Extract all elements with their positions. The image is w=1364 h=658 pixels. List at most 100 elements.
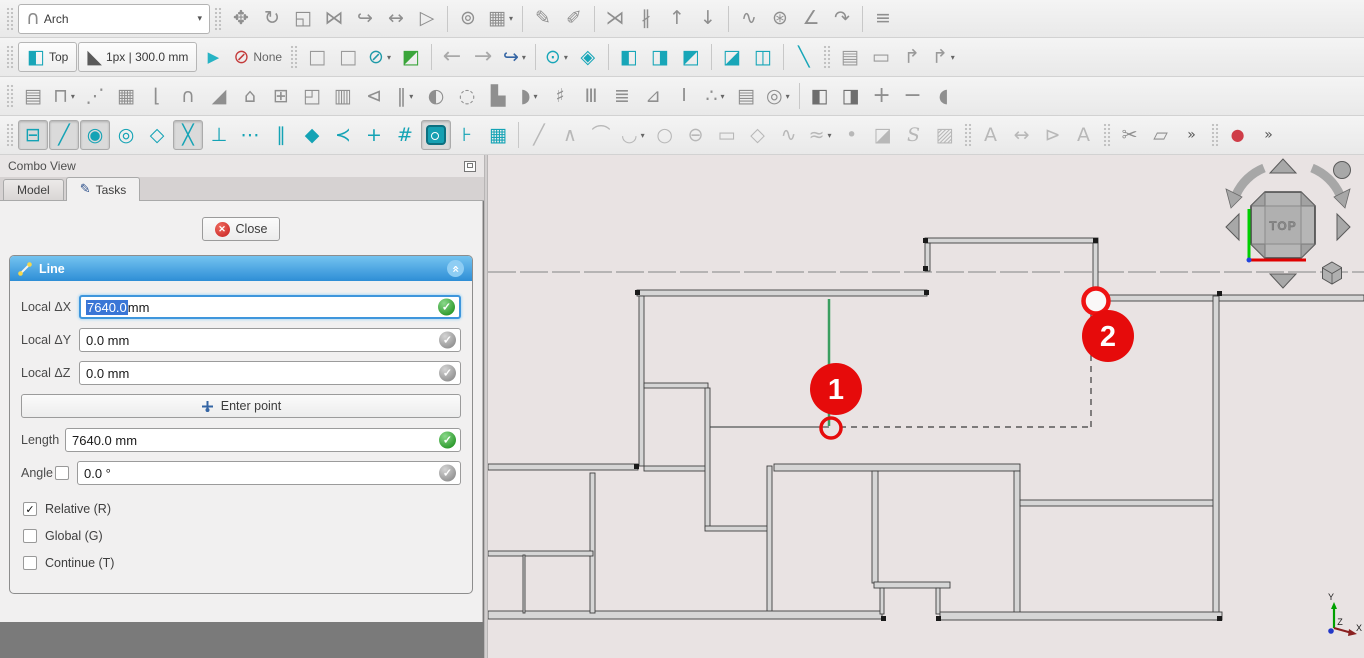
toolbar-overflow-2-button[interactable]: »	[1254, 120, 1284, 150]
annotation-style-button[interactable]: A	[1069, 120, 1099, 150]
arch-building-button[interactable]: ∩	[173, 81, 203, 111]
relative-checkbox[interactable]: ✓	[23, 502, 37, 516]
create-part-button[interactable]: ▤	[835, 42, 865, 72]
enter-point-button[interactable]: Enter point	[21, 394, 461, 418]
arch-pipe-tools-button[interactable]: ‖▾	[390, 81, 420, 111]
arch-panel-button[interactable]: ▥	[328, 81, 358, 111]
draft-slope-button[interactable]: ∠	[796, 4, 826, 34]
draft-stretch-button[interactable]: ▷	[412, 4, 442, 34]
line-style-button[interactable]: ◣1px | 300.0 mm	[78, 42, 197, 72]
nav-corner-bl[interactable]	[1251, 244, 1265, 258]
angle-lock-checkbox[interactable]	[55, 466, 69, 480]
draft-clone-button[interactable]: ⊚	[453, 4, 483, 34]
arch-space-button[interactable]: ◰	[297, 81, 327, 111]
measure-button[interactable]: ╲	[789, 42, 819, 72]
arch-sketch-button[interactable]: ◌	[452, 81, 482, 111]
edit-copy-button[interactable]: ▱	[1146, 120, 1176, 150]
arch-cut-plane-button[interactable]: ◧	[805, 81, 835, 111]
arch-project-button[interactable]: ⌂	[235, 81, 265, 111]
arch-stairs-button[interactable]: ▙	[483, 81, 513, 111]
nav-corner-tl[interactable]	[1251, 192, 1265, 206]
snap-ortho-button[interactable]: +	[359, 120, 389, 150]
arch-remove-component-button[interactable]: −	[898, 81, 928, 111]
view-rear-button[interactable]: ◪	[717, 42, 747, 72]
arch-cut-line-button[interactable]: ◨	[836, 81, 866, 111]
nav-back-button[interactable]: ←	[437, 42, 467, 72]
snap-parallel-button[interactable]: ∥	[266, 120, 296, 150]
arch-wall-button[interactable]: ▤	[18, 81, 48, 111]
arch-roof-button[interactable]: ◢	[204, 81, 234, 111]
toggle-grid-button[interactable]: ▦	[483, 120, 513, 150]
arch-section-plane-button[interactable]: ◐	[421, 81, 451, 111]
snap-grid-button[interactable]: #	[390, 120, 420, 150]
snap-dimensions-button[interactable]: ⊦	[452, 120, 482, 150]
draft-join-button[interactable]: ⋊	[600, 4, 630, 34]
draft-polygon-button[interactable]: ◇	[743, 120, 773, 150]
draft-text-button[interactable]: A	[976, 120, 1006, 150]
toolbar-grip[interactable]	[6, 45, 14, 69]
draft-polyline-button[interactable]: ∧	[555, 120, 585, 150]
snap-special-button[interactable]: ◆	[297, 120, 327, 150]
autogroup-none-button[interactable]: ⊘None	[229, 42, 286, 72]
zoom-tools-button[interactable]: ⊙▾	[541, 42, 572, 72]
toolbar-grip[interactable]	[964, 123, 972, 147]
draft-rectangle-button[interactable]: ▭	[712, 120, 742, 150]
draft-offset-button[interactable]: ↪	[350, 4, 380, 34]
collapse-icon[interactable]: «	[447, 260, 464, 277]
snap-intersection-button[interactable]: ╳	[173, 120, 203, 150]
toolbar-overflow-button[interactable]: »	[1177, 120, 1207, 150]
selection-bbox-alt-button[interactable]: □	[333, 42, 363, 72]
edit-cut-button[interactable]: ✂	[1115, 120, 1145, 150]
arch-schedule-button[interactable]: ▤	[731, 81, 761, 111]
dx-input[interactable]: 7640.0 mm ✓	[79, 295, 461, 319]
draft-point-button[interactable]: •	[837, 120, 867, 150]
continue-checkbox[interactable]	[23, 556, 37, 570]
arch-fence-button[interactable]: ≣	[607, 81, 637, 111]
dz-input[interactable]: 0.0 mm ✓	[79, 361, 461, 385]
toggle-selectability-button[interactable]: ⊘▾	[364, 42, 395, 72]
nav-arrow-down[interactable]	[1270, 274, 1296, 288]
view-bottom-button[interactable]: ◫	[748, 42, 778, 72]
arch-equipment-button[interactable]: ◗▾	[514, 81, 544, 111]
toolbar-grip[interactable]	[823, 45, 831, 69]
draft-scale-button[interactable]: ◱	[288, 4, 318, 34]
draft-layer-button[interactable]: ≡	[868, 4, 898, 34]
toolbar-grip[interactable]	[6, 7, 14, 31]
draft-dimension-button[interactable]: ↔	[1007, 120, 1037, 150]
length-input[interactable]: 7640.0 mm ✓	[65, 428, 461, 452]
draft-rotate-button[interactable]: ↻	[257, 4, 287, 34]
draft-move-button[interactable]: ✥	[226, 4, 256, 34]
draft-label-button[interactable]: ⊳	[1038, 120, 1068, 150]
arch-building-part-button[interactable]: ⌊	[142, 81, 172, 111]
arch-add-component-button[interactable]: +	[867, 81, 897, 111]
3d-viewport[interactable]: 12 TOP Y Z X	[488, 155, 1364, 658]
draft-upgrade-button[interactable]: ↑	[662, 4, 692, 34]
toolbar-grip[interactable]	[6, 84, 14, 108]
draft-hatch-button[interactable]: ▨	[930, 120, 960, 150]
draft-subelement-highlight-button[interactable]: ✐	[559, 4, 589, 34]
draft-array-button[interactable]: ▦▾	[484, 4, 517, 34]
toolbar-grip[interactable]	[6, 123, 14, 147]
toolbar-grip[interactable]	[1103, 123, 1111, 147]
tab-tasks[interactable]: ✎ Tasks	[66, 177, 141, 201]
draft-circle-button[interactable]: ○	[650, 120, 680, 150]
toolbar-grip[interactable]	[1211, 123, 1219, 147]
apply-style-button[interactable]: ▶	[198, 42, 228, 72]
nav-mini-cube[interactable]	[1323, 262, 1342, 284]
arch-material-button[interactable]: ∴▾	[700, 81, 730, 111]
global-checkbox[interactable]	[23, 529, 37, 543]
view-front-button[interactable]: ◧	[614, 42, 644, 72]
arch-profile-button[interactable]: I	[669, 81, 699, 111]
tab-model[interactable]: Model	[3, 179, 64, 200]
arch-curtain-wall-button[interactable]: ▦	[111, 81, 141, 111]
nav-free-rotate-button[interactable]	[1334, 162, 1351, 179]
draft-line-button[interactable]: ╱	[524, 120, 554, 150]
close-button[interactable]: ✕ Close	[202, 217, 281, 241]
arch-survey-button[interactable]: ◖	[929, 81, 959, 111]
view-right-button[interactable]: ◩	[676, 42, 706, 72]
arch-rebar-button[interactable]: ⋰	[80, 81, 110, 111]
snap-angle-button[interactable]: ◇	[142, 120, 172, 150]
snap-extension-button[interactable]: ⋯	[235, 120, 265, 150]
draft-wire-to-bspline-button[interactable]: ∿	[734, 4, 764, 34]
nav-forward-button[interactable]: →	[468, 42, 498, 72]
